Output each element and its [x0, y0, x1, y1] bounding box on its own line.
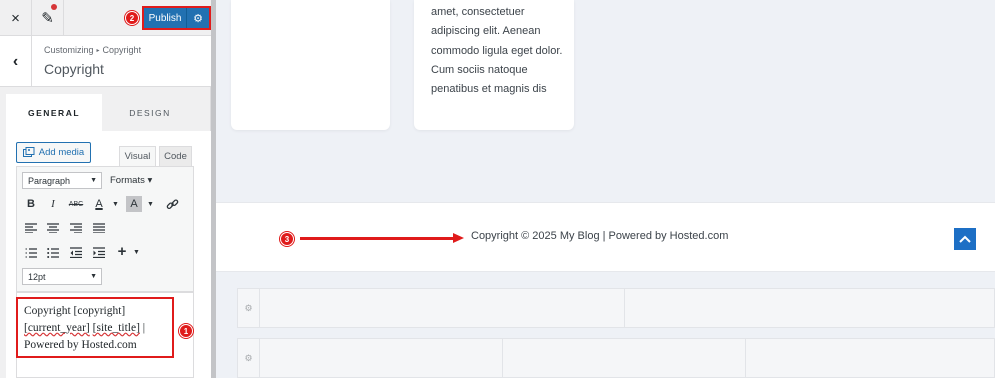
- settings-tabs: GENERAL DESIGN: [6, 94, 211, 131]
- breadcrumb-root: Customizing: [44, 45, 94, 55]
- chevron-left-icon: ‹: [12, 52, 19, 70]
- text-color-caret-icon[interactable]: ▼: [112, 201, 119, 208]
- gear-icon: ⚙: [193, 12, 203, 25]
- strikethrough-icon[interactable]: ABC: [68, 196, 84, 212]
- formats-menu[interactable]: Formats ▾: [110, 175, 152, 186]
- numbered-list-icon[interactable]: [23, 244, 39, 260]
- dropdown-caret-icon: ▼: [90, 273, 97, 280]
- back-button[interactable]: ‹: [0, 36, 32, 87]
- tab-design[interactable]: DESIGN: [102, 94, 198, 131]
- italic-icon[interactable]: I: [45, 196, 61, 212]
- footer-copyright-text: Copyright © 2025 My Blog | Powered by Ho…: [471, 230, 729, 242]
- close-customizer-button[interactable]: ×: [0, 0, 32, 36]
- chevron-up-icon: [959, 235, 971, 243]
- post-excerpt: amet, consectetuer adipiscing elit. Aene…: [431, 6, 563, 96]
- link-svg: [166, 198, 178, 209]
- bold-icon[interactable]: B: [23, 196, 39, 212]
- widget-column: [260, 289, 625, 327]
- block-format-select[interactable]: Paragraph ▼: [22, 172, 102, 189]
- align-left-icon[interactable]: [23, 220, 39, 236]
- add-media-label: Add media: [38, 147, 85, 158]
- editor-line-1: Copyright [copyright]: [24, 305, 126, 317]
- scroll-to-top-button[interactable]: [954, 228, 976, 250]
- background-color-icon[interactable]: A: [126, 196, 142, 212]
- widget-column: [260, 339, 503, 377]
- widget-settings-gear-icon[interactable]: ⚙: [238, 289, 260, 327]
- background-color-caret-icon[interactable]: ▼: [147, 201, 154, 208]
- site-title-shortcode: [site_title]: [92, 322, 140, 334]
- text-color-icon[interactable]: A: [91, 196, 107, 212]
- code-mode-tab[interactable]: Code: [159, 146, 192, 166]
- media-icon: [22, 147, 35, 157]
- close-icon: ×: [11, 9, 20, 27]
- breadcrumb: Customizing ▸ Copyright: [44, 45, 141, 55]
- indent-icon[interactable]: [91, 244, 107, 260]
- link-icon[interactable]: [164, 196, 180, 212]
- insert-caret-icon[interactable]: ▼: [133, 249, 140, 256]
- bulleted-list-icon[interactable]: [45, 244, 61, 260]
- section-header: ‹ Customizing ▸ Copyright Copyright: [0, 36, 211, 87]
- annotation-marker-2: 2: [125, 11, 139, 25]
- annotation-arrow: [300, 237, 455, 240]
- section-title: Copyright: [44, 61, 104, 77]
- outdent-icon[interactable]: [68, 244, 84, 260]
- dropdown-caret-icon: ▼: [90, 177, 97, 184]
- widget-settings-gear-icon[interactable]: ⚙: [238, 339, 260, 377]
- breadcrumb-current: Copyright: [102, 45, 142, 55]
- tab-general[interactable]: GENERAL: [6, 94, 102, 131]
- publish-button[interactable]: Publish: [144, 8, 187, 28]
- editor-line-3: Powered by Hosted.com: [24, 339, 137, 351]
- align-right-icon[interactable]: [68, 220, 84, 236]
- editor-pipe: |: [139, 322, 146, 334]
- breadcrumb-separator-icon: ▸: [96, 48, 100, 54]
- annotation-marker-1: 1: [179, 324, 193, 338]
- pencil-icon: ✎: [41, 10, 54, 27]
- align-justify-icon[interactable]: [91, 220, 107, 236]
- edit-shortcuts-button[interactable]: ✎: [32, 0, 64, 36]
- font-size-select[interactable]: 12pt ▼: [22, 268, 102, 285]
- post-card-1: [231, 0, 390, 130]
- font-size-value: 12pt: [28, 271, 46, 282]
- visual-mode-tab[interactable]: Visual: [119, 146, 156, 166]
- add-media-button[interactable]: Add media: [16, 142, 91, 163]
- align-center-icon[interactable]: [45, 220, 61, 236]
- publish-settings-button[interactable]: ⚙: [187, 8, 209, 28]
- insert-plus-icon[interactable]: +: [114, 243, 130, 260]
- editor-line-2: [current_year] [site_title] |: [24, 320, 172, 337]
- current-year-shortcode: [current_year]: [24, 322, 90, 334]
- annotation-arrow-head: [453, 233, 464, 243]
- publish-button-group: Publish ⚙: [142, 6, 211, 30]
- widget-row: ⚙: [237, 338, 995, 378]
- widget-row: ⚙: [237, 288, 995, 328]
- widget-column: [503, 339, 746, 377]
- block-format-value: Paragraph: [28, 175, 71, 186]
- annotation-marker-3: 3: [280, 232, 294, 246]
- editor-text[interactable]: Copyright [copyright] [current_year] [si…: [24, 303, 172, 354]
- notification-dot: [51, 4, 57, 10]
